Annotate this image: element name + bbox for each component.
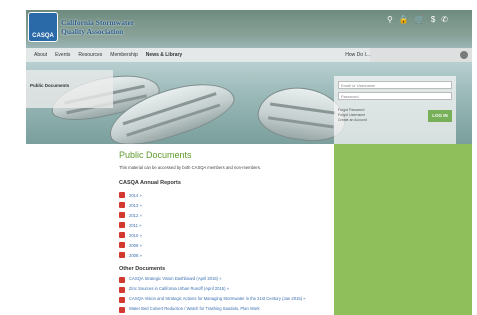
list-item: Water Bed Culvert Reduction / Watch for …: [119, 306, 331, 315]
other-documents-section: Other Documents CASQA Strategic Vision D…: [119, 266, 331, 315]
list-item: 2008 »: [119, 250, 331, 260]
cart-icon[interactable]: 🛒: [415, 16, 425, 24]
main-content: Public Documents This material can be ac…: [119, 150, 331, 315]
list-item: 2009 »: [119, 240, 331, 250]
annual-reports-heading: CASQA Annual Reports: [119, 180, 181, 186]
report-link[interactable]: 2014 »: [129, 193, 142, 198]
list-item: Zinc Sources in California Urban Runoff …: [119, 286, 331, 295]
list-item: 2010 »: [119, 230, 331, 240]
pdf-icon: [119, 202, 125, 208]
nav-item-about[interactable]: About: [34, 52, 47, 58]
document-link[interactable]: CASQA Vision and Strategic Actions for M…: [129, 296, 306, 301]
dollar-icon[interactable]: $: [431, 16, 435, 24]
pdf-icon: [119, 297, 125, 303]
login-box: Email or Username Password Forgot Passwo…: [334, 76, 456, 144]
hero-photo: CASQA California Stormwater Quality Asso…: [26, 10, 472, 144]
pdf-icon: [119, 222, 125, 228]
nav-item-resources[interactable]: Resources: [78, 52, 102, 58]
report-link[interactable]: 2012 »: [129, 213, 142, 218]
pdf-icon: [119, 232, 125, 238]
pdf-icon: [119, 287, 125, 293]
login-button[interactable]: LOG IN: [428, 110, 452, 122]
pdf-icon: [119, 277, 125, 283]
pdf-icon: [119, 242, 125, 248]
page-title: Public Documents: [119, 150, 192, 160]
list-item: CASQA Vision and Strategic Actions for M…: [119, 296, 331, 305]
document-link[interactable]: Water Bed Culvert Reduction / Watch for …: [129, 306, 260, 311]
phone-icon[interactable]: ✆: [441, 16, 448, 24]
report-link[interactable]: 2008 »: [129, 253, 142, 258]
list-item: 2014 »: [119, 190, 331, 200]
nav-item-news-library[interactable]: News & Library: [146, 52, 182, 58]
nav-item-membership[interactable]: Membership: [110, 52, 138, 58]
right-column: [334, 144, 472, 315]
search-icon[interactable]: [460, 51, 468, 59]
person-icon[interactable]: ⚲: [387, 16, 393, 24]
browser-viewport: CASQA California Stormwater Quality Asso…: [26, 10, 472, 315]
pdf-icon: [119, 252, 125, 258]
list-item: 2011 »: [119, 220, 331, 230]
intro-text: This material can be accessed by both CA…: [119, 165, 261, 170]
list-item: CASQA Strategic Vision Dashboard (April …: [119, 276, 331, 285]
report-link[interactable]: 2010 »: [129, 233, 142, 238]
username-field[interactable]: Email or Username: [338, 81, 452, 89]
report-link[interactable]: 2013 »: [129, 203, 142, 208]
list-item: 2012 »: [119, 210, 331, 220]
pdf-icon: [119, 212, 125, 218]
other-documents-heading: Other Documents: [119, 266, 166, 272]
password-field[interactable]: Password: [338, 92, 452, 100]
main-nav: About Events Resources Membership News &…: [26, 48, 472, 62]
report-link[interactable]: 2011 »: [129, 223, 142, 228]
section-sidebar: Public Documents: [26, 70, 113, 108]
utility-icons: ⚲ 🔒 🛒 $ ✆: [387, 16, 448, 24]
casqa-logo[interactable]: CASQA California Stormwater Quality Asso…: [28, 12, 134, 42]
logo-line-1: California Stormwater: [61, 18, 135, 27]
nav-item-how-do-i[interactable]: How Do I...: [345, 52, 370, 58]
document-link[interactable]: Zinc Sources in California Urban Runoff …: [129, 286, 229, 291]
nav-item-events[interactable]: Events: [55, 52, 70, 58]
lock-icon[interactable]: 🔒: [399, 16, 409, 24]
report-link[interactable]: 2009 »: [129, 243, 142, 248]
list-item: 2013 »: [119, 200, 331, 210]
pdf-icon: [119, 192, 125, 198]
login-links: Forgot Password Forgot Username Create a…: [338, 108, 367, 123]
logo-line-2: Quality Association: [61, 27, 124, 36]
nav-search-area: [370, 48, 472, 62]
pdf-icon: [119, 307, 125, 313]
logo-wordmark: California Stormwater Quality Associatio…: [61, 18, 134, 36]
sidebar-item-public-documents[interactable]: Public Documents: [30, 83, 69, 88]
casqa-logo-mark: CASQA: [28, 12, 58, 42]
document-link[interactable]: CASQA Strategic Vision Dashboard (April …: [129, 276, 222, 281]
create-account-link[interactable]: Create an Account: [338, 118, 367, 123]
